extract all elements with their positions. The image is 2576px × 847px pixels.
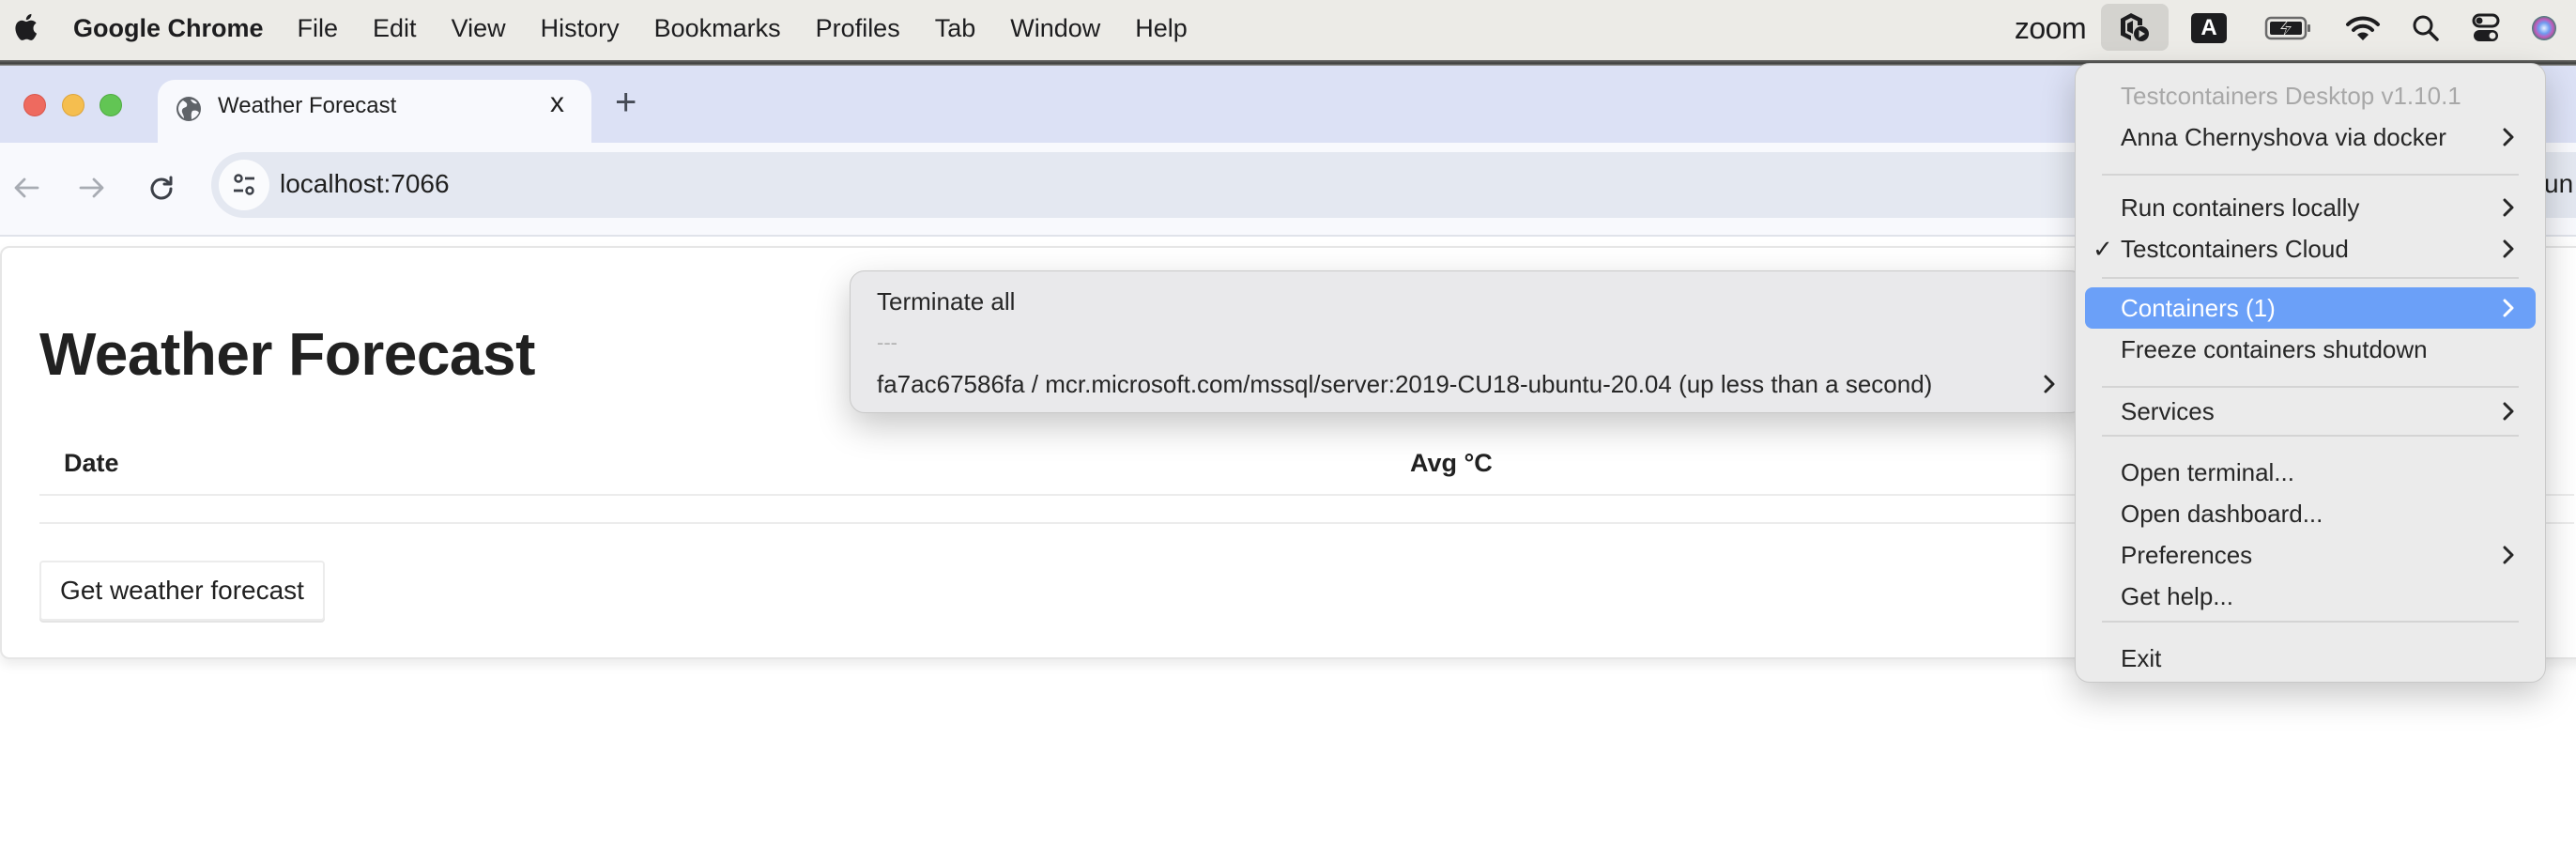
menu-item-account[interactable]: Anna Chernyshova via docker: [2076, 116, 2545, 158]
menu-item-get-help[interactable]: Get help...: [2076, 576, 2545, 617]
forward-button[interactable]: [73, 169, 111, 207]
testcontainers-icon[interactable]: [2101, 4, 2169, 51]
control-center-icon[interactable]: [2467, 6, 2505, 51]
cloud-label: Testcontainers Cloud: [2121, 234, 2349, 263]
chevron-right-icon: [2503, 299, 2514, 317]
get-help-label: Get help...: [2121, 581, 2233, 610]
input-source-icon[interactable]: A: [2185, 6, 2232, 51]
menu-item-run-locally[interactable]: Run containers locally: [2076, 187, 2545, 228]
terminate-all-label: Terminate all: [877, 286, 1016, 316]
menu-separator: [2102, 277, 2519, 279]
preferences-label: Preferences: [2121, 540, 2253, 569]
menubar-app-name[interactable]: Google Chrome: [73, 14, 264, 43]
spotlight-search-icon[interactable]: [2407, 6, 2445, 51]
window-minimize-button[interactable]: [62, 94, 84, 116]
relaunch-chip-partial[interactable]: un: [2544, 169, 2573, 199]
menu-item-container[interactable]: fa7ac67586fa / mcr.microsoft.com/mssql/s…: [851, 363, 2084, 405]
macos-menu-bar: Google Chrome File Edit View History Boo…: [0, 0, 2576, 60]
menubar-view[interactable]: View: [452, 14, 506, 43]
menubar-window[interactable]: Window: [1010, 14, 1100, 43]
tab-title: Weather Forecast: [218, 93, 397, 118]
url-text[interactable]: localhost:7066: [280, 169, 450, 199]
menu-separator: [2102, 386, 2519, 388]
open-terminal-label: Open terminal...: [2121, 457, 2294, 486]
menubar-profiles[interactable]: Profiles: [816, 14, 900, 43]
open-dashboard-label: Open dashboard...: [2121, 499, 2323, 528]
tune-icon: [234, 174, 254, 195]
menubar-bookmarks[interactable]: Bookmarks: [654, 14, 781, 43]
menu-item-exit[interactable]: Exit: [2076, 638, 2545, 679]
window-zoom-button[interactable]: [100, 94, 122, 116]
chevron-right-icon: [2503, 128, 2514, 146]
menu-item-containers[interactable]: Containers (1): [2085, 287, 2536, 329]
container-label: fa7ac67586fa / mcr.microsoft.com/mssql/s…: [877, 369, 1933, 398]
input-source-label: A: [2191, 13, 2227, 43]
apple-logo-icon[interactable]: [13, 11, 38, 43]
menu-item-services[interactable]: Services: [2076, 391, 2545, 432]
menu-item-preferences[interactable]: Preferences: [2076, 534, 2545, 576]
siri-icon[interactable]: [2525, 6, 2563, 51]
run-locally-label: Run containers locally: [2121, 192, 2360, 222]
menu-separator: [2102, 174, 2519, 176]
arrow-left-icon: [14, 177, 39, 198]
table-header-date: Date: [64, 449, 119, 477]
menubar-history[interactable]: History: [541, 14, 620, 43]
menu-item-testcontainers-cloud[interactable]: ✓ Testcontainers Cloud: [2076, 228, 2545, 270]
checkmark-icon: ✓: [2093, 234, 2113, 263]
services-label: Services: [2121, 396, 2215, 425]
menu-separator: [2102, 435, 2519, 437]
menu-item-open-dashboard[interactable]: Open dashboard...: [2076, 493, 2545, 534]
new-tab-button[interactable]: +: [615, 84, 636, 121]
table-header-avg-c: Avg °C: [1410, 449, 1493, 477]
zoom-icon[interactable]: zoom: [2011, 6, 2090, 51]
globe-icon: [176, 97, 201, 121]
testcontainers-glyph-icon: [2121, 13, 2149, 41]
battery-charging-icon[interactable]: [2261, 6, 2317, 51]
divider-dashes: ---: [877, 331, 897, 354]
reload-button[interactable]: [143, 169, 180, 207]
menu-separator: [2102, 621, 2519, 623]
testcontainers-tray-menu: Testcontainers Desktop v1.10.1 Anna Cher…: [2075, 63, 2546, 683]
containers-label: Containers (1): [2121, 293, 2276, 322]
account-label: Anna Chernyshova via docker: [2121, 122, 2446, 151]
tab-weather-forecast[interactable]: Weather Forecast x: [158, 80, 591, 144]
chevron-right-icon: [2503, 239, 2514, 258]
version-label: Testcontainers Desktop v1.10.1: [2121, 81, 2461, 110]
arrow-right-icon: [79, 177, 104, 198]
zoom-label: zoom: [2014, 10, 2087, 45]
back-button[interactable]: [8, 169, 45, 207]
freeze-label: Freeze containers shutdown: [2121, 334, 2428, 363]
chevron-right-icon: [2503, 546, 2514, 564]
site-info-button[interactable]: [219, 160, 269, 210]
containers-submenu: Terminate all --- fa7ac67586fa / mcr.mic…: [850, 270, 2085, 413]
window-close-button[interactable]: [23, 94, 46, 116]
menubar-edit[interactable]: Edit: [373, 14, 417, 43]
chevron-right-icon: [2503, 402, 2514, 421]
menubar-file[interactable]: File: [298, 14, 339, 43]
reload-icon: [150, 176, 173, 200]
submenu-divider-label: ---: [851, 322, 2084, 363]
menu-item-terminate-all[interactable]: Terminate all: [851, 281, 2084, 322]
get-weather-forecast-button[interactable]: Get weather forecast: [39, 561, 325, 621]
menubar-tab[interactable]: Tab: [935, 14, 976, 43]
menu-item-freeze-shutdown[interactable]: Freeze containers shutdown: [2076, 329, 2545, 370]
page-title: Weather Forecast: [39, 320, 535, 388]
exit-label: Exit: [2121, 643, 2162, 672]
wifi-icon[interactable]: [2339, 6, 2386, 51]
menu-header-version: Testcontainers Desktop v1.10.1: [2076, 75, 2545, 116]
tab-close-button[interactable]: x: [550, 89, 564, 117]
chevron-right-icon: [2503, 198, 2514, 217]
menu-item-open-terminal[interactable]: Open terminal...: [2076, 452, 2545, 493]
menubar-help[interactable]: Help: [1135, 14, 1188, 43]
chevron-right-icon: [2044, 375, 2055, 393]
